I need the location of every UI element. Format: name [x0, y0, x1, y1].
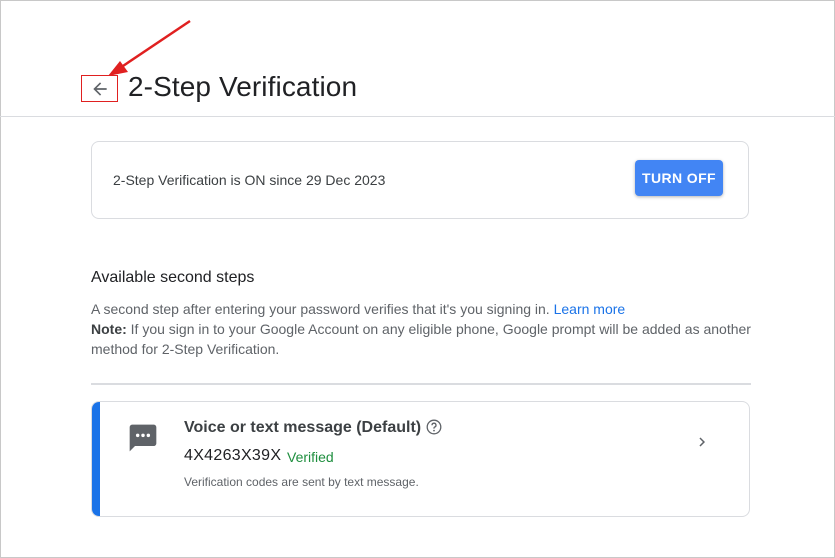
status-card: 2-Step Verification is ON since 29 Dec 2…	[91, 141, 749, 219]
help-icon[interactable]	[426, 419, 442, 435]
phone-number: 4X4263X39X	[184, 447, 282, 464]
back-button[interactable]	[81, 75, 118, 102]
turn-off-button[interactable]: TURN OFF	[635, 160, 723, 196]
page-title: 2-Step Verification	[128, 71, 358, 102]
verified-badge: Verified	[287, 449, 334, 465]
learn-more-link[interactable]: Learn more	[554, 301, 626, 317]
arrow-left-icon	[92, 81, 107, 96]
section-title: Available second steps	[91, 269, 255, 286]
status-text: 2-Step Verification is ON since 29 Dec 2…	[113, 172, 386, 188]
description-text: A second step after entering your passwo…	[91, 301, 554, 317]
voice-text-method-card[interactable]: Voice or text message (Default) 4X4263X3…	[91, 401, 750, 517]
method-subtitle: Verification codes are sent by text mess…	[184, 475, 419, 489]
divider	[91, 383, 751, 385]
method-accent-bar	[92, 402, 100, 516]
chevron-right-icon[interactable]	[693, 433, 711, 451]
page-header: 2-Step Verification	[0, 0, 835, 117]
method-title: Voice or text message (Default)	[184, 419, 422, 436]
message-icon	[129, 424, 157, 452]
section-description: A second step after entering your passwo…	[91, 299, 751, 359]
note-label: Note:	[91, 321, 127, 337]
note-text: If you sign in to your Google Account on…	[91, 321, 751, 357]
